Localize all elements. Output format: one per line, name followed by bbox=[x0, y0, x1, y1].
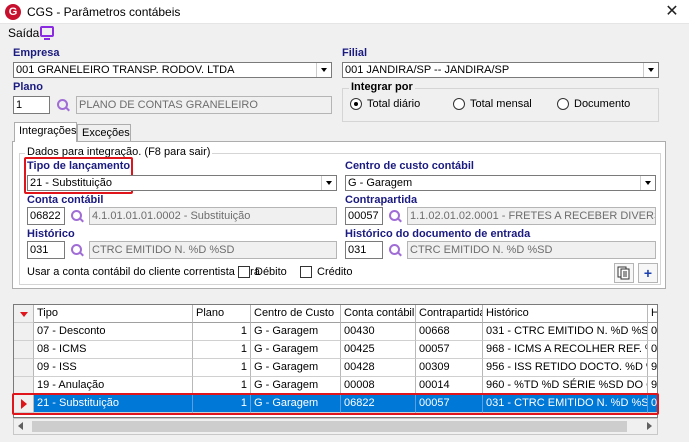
conta-contabil-description: 4.1.01.01.01.0002 - Substituição bbox=[89, 207, 337, 225]
col-header-hist[interactable]: Hist bbox=[648, 305, 657, 323]
historico-doc-code[interactable]: 031 bbox=[345, 241, 383, 259]
cell-plano[interactable]: 1 bbox=[193, 323, 251, 341]
copy-icon bbox=[617, 266, 630, 280]
close-icon[interactable]: ✕ bbox=[655, 0, 689, 24]
contrapartida-label: Contrapartida bbox=[345, 194, 418, 206]
monitor-icon[interactable] bbox=[40, 26, 54, 40]
col-header-centro-custo[interactable]: Centro de Custo bbox=[251, 305, 341, 323]
cell-historico[interactable]: 956 - ISS RETIDO DOCTO. %D %P bbox=[483, 359, 648, 377]
cell-contrapartida[interactable]: 00668 bbox=[416, 323, 483, 341]
radio-total-mensal[interactable] bbox=[453, 98, 465, 110]
historico-code[interactable]: 031 bbox=[27, 241, 65, 259]
conta-contabil-code[interactable]: 06822 bbox=[27, 207, 65, 225]
cell-conta-contabil[interactable]: 00428 bbox=[341, 359, 416, 377]
row-indicator[interactable] bbox=[14, 341, 34, 359]
historico-doc-description: CTRC EMITIDO N. %D %SD bbox=[407, 241, 656, 259]
credito-checkbox[interactable] bbox=[300, 266, 312, 278]
horizontal-scrollbar[interactable] bbox=[13, 418, 658, 435]
tab-integracoes[interactable]: Integrações bbox=[14, 122, 77, 142]
cell-conta-contabil[interactable]: 00430 bbox=[341, 323, 416, 341]
cell-contrapartida[interactable]: 00057 bbox=[416, 341, 483, 359]
cell-hist[interactable]: 042 bbox=[648, 341, 657, 359]
empresa-select[interactable]: 001 GRANELEIRO TRANSP. RODOV. LTDA bbox=[13, 62, 332, 78]
empresa-value: 001 GRANELEIRO TRANSP. RODOV. LTDA bbox=[16, 64, 235, 76]
chevron-down-icon[interactable] bbox=[316, 63, 331, 77]
menu-saida[interactable]: Saída bbox=[8, 26, 39, 40]
contrapartida-code[interactable]: 00057 bbox=[345, 207, 383, 225]
radio-documento-label: Documento bbox=[574, 98, 631, 110]
integrar-label: Integrar por bbox=[349, 81, 415, 93]
radio-documento[interactable] bbox=[557, 98, 569, 110]
search-icon[interactable] bbox=[70, 243, 84, 257]
cell-contrapartida[interactable]: 00309 bbox=[416, 359, 483, 377]
cell-centro-custo[interactable]: G - Garagem bbox=[251, 341, 341, 359]
centro-custo-value: G - Garagem bbox=[348, 177, 413, 189]
cell-centro-custo[interactable]: G - Garagem bbox=[251, 359, 341, 377]
col-header-contrapartida[interactable]: Contrapartida bbox=[416, 305, 483, 323]
row-indicator[interactable] bbox=[14, 323, 34, 341]
conta-contabil-label: Conta contábil bbox=[27, 194, 104, 206]
filial-label: Filial bbox=[342, 47, 368, 59]
debito-label: Débito bbox=[255, 266, 287, 278]
historico-description: CTRC EMITIDO N. %D %SD bbox=[89, 241, 337, 259]
cell-hist[interactable]: 031 bbox=[648, 323, 657, 341]
tipo-lancamento-value: 21 - Substituição bbox=[30, 177, 112, 189]
scroll-left-icon[interactable] bbox=[17, 422, 25, 434]
copy-button[interactable] bbox=[614, 263, 634, 283]
centro-custo-label: Centro de custo contábil bbox=[345, 160, 474, 172]
usar-conta-label: Usar a conta contábil do cliente corrent… bbox=[27, 266, 260, 278]
selected-row-highlight bbox=[12, 393, 659, 415]
plano-description: PLANO DE CONTAS GRANELEIRO bbox=[76, 96, 332, 114]
sort-down-icon bbox=[20, 312, 28, 317]
search-icon[interactable] bbox=[388, 209, 402, 223]
cell-tipo[interactable]: 08 - ICMS bbox=[34, 341, 193, 359]
radio-total-mensal-label: Total mensal bbox=[470, 98, 532, 110]
search-icon[interactable] bbox=[56, 98, 70, 112]
grid-header-indicator bbox=[14, 305, 34, 323]
col-header-plano[interactable]: Plano bbox=[193, 305, 251, 323]
tab-excecoes[interactable]: Exceções bbox=[77, 124, 131, 142]
col-header-historico[interactable]: Histórico bbox=[483, 305, 648, 323]
window-title: CGS - Parâmetros contábeis bbox=[27, 5, 181, 19]
filial-value: 001 JANDIRA/SP -- JANDIRA/SP bbox=[345, 64, 510, 76]
chevron-down-icon[interactable] bbox=[643, 63, 658, 77]
cell-plano[interactable]: 1 bbox=[193, 341, 251, 359]
col-header-conta-contabil[interactable]: Conta contábil bbox=[341, 305, 416, 323]
search-icon[interactable] bbox=[70, 209, 84, 223]
cell-tipo[interactable]: 09 - ISS bbox=[34, 359, 193, 377]
search-icon[interactable] bbox=[388, 243, 402, 257]
scroll-thumb[interactable] bbox=[32, 421, 627, 432]
cell-conta-contabil[interactable]: 00425 bbox=[341, 341, 416, 359]
centro-custo-select[interactable]: G - Garagem bbox=[345, 175, 656, 191]
radio-total-diario[interactable] bbox=[350, 98, 362, 110]
historico-label: Histórico bbox=[27, 228, 75, 240]
chevron-down-icon[interactable] bbox=[640, 176, 655, 190]
chevron-down-icon[interactable] bbox=[321, 176, 336, 190]
tipo-lancamento-label: Tipo de lançamento bbox=[27, 160, 131, 172]
cell-historico[interactable]: 968 - ICMS A RECOLHER REF. %... bbox=[483, 341, 648, 359]
plano-label: Plano bbox=[13, 81, 43, 93]
plano-code-input[interactable]: 1 bbox=[13, 96, 50, 114]
credito-label: Crédito bbox=[317, 266, 353, 278]
app-logo-icon: G bbox=[5, 4, 21, 20]
col-header-tipo[interactable]: Tipo bbox=[34, 305, 193, 323]
debito-checkbox[interactable] bbox=[238, 266, 250, 278]
tipo-lancamento-select[interactable]: 21 - Substituição bbox=[27, 175, 337, 191]
row-indicator[interactable] bbox=[14, 359, 34, 377]
historico-doc-label: Histórico do documento de entrada bbox=[345, 228, 531, 240]
cell-tipo[interactable]: 07 - Desconto bbox=[34, 323, 193, 341]
cell-hist[interactable]: 956 bbox=[648, 359, 657, 377]
scroll-right-icon[interactable] bbox=[646, 422, 654, 434]
cell-plano[interactable]: 1 bbox=[193, 359, 251, 377]
filial-select[interactable]: 001 JANDIRA/SP -- JANDIRA/SP bbox=[342, 62, 659, 78]
cell-centro-custo[interactable]: G - Garagem bbox=[251, 323, 341, 341]
radio-total-diario-label: Total diário bbox=[367, 98, 421, 110]
add-button[interactable]: + bbox=[638, 263, 658, 283]
cell-historico[interactable]: 031 - CTRC EMITIDO N. %D %SD bbox=[483, 323, 648, 341]
contrapartida-description: 1.1.02.01.02.0001 - FRETES A RECEBER DIV… bbox=[407, 207, 656, 225]
empresa-label: Empresa bbox=[13, 47, 60, 59]
